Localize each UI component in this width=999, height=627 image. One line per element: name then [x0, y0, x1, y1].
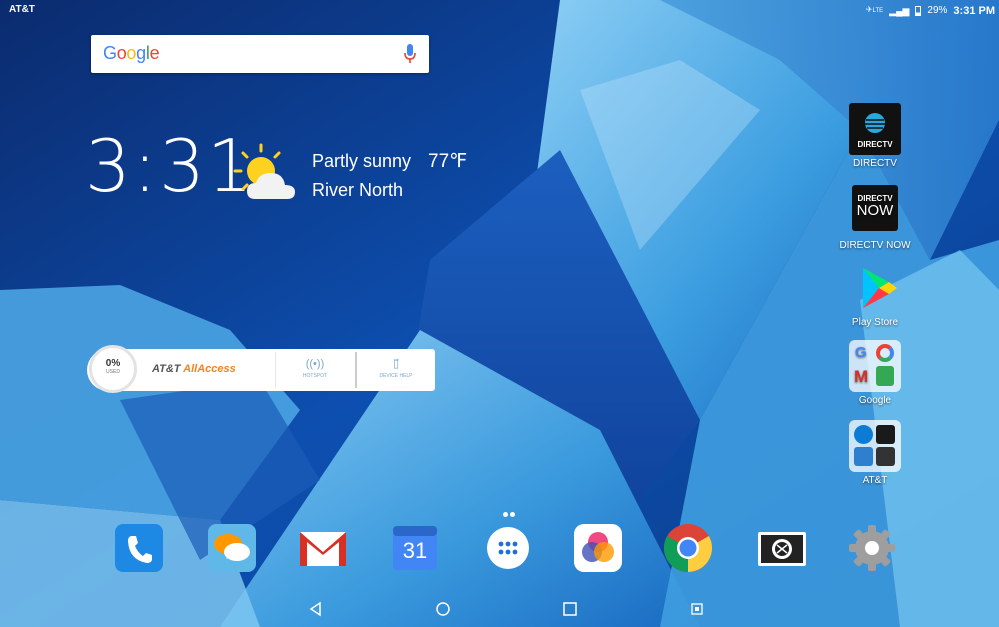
battery-percent: 29% — [927, 4, 948, 16]
weather-condition: Partly sunny — [312, 151, 412, 171]
carrier-label: AT&T — [9, 4, 35, 15]
app-play-store[interactable]: Play Store — [835, 262, 915, 328]
back-icon[interactable] — [308, 601, 324, 617]
battery-icon — [915, 5, 922, 16]
lte-icon: ✈LTE — [865, 5, 884, 14]
calendar-icon[interactable]: 31 — [389, 522, 441, 574]
home-icon[interactable] — [435, 601, 451, 617]
clock-widget-time[interactable]: 3:31 — [85, 130, 255, 202]
google-logo: Google — [103, 43, 160, 63]
data-usage-ring[interactable]: 0% USED — [89, 345, 137, 393]
att-folder-icon — [849, 420, 901, 472]
play-store-icon — [863, 268, 897, 308]
app-label: AT&T — [862, 475, 888, 486]
phone-icon[interactable] — [113, 522, 165, 574]
status-bar: AT&T ✈LTE ▂▄▆ 29% 3:31 PM — [0, 0, 999, 20]
hotspot-icon: ((•)) — [305, 358, 325, 370]
page-indicator — [503, 504, 517, 517]
folder-att[interactable]: AT&T — [835, 420, 915, 486]
photos-icon[interactable] — [572, 522, 624, 574]
weather-location: River North — [312, 180, 404, 200]
app-drawer-icon[interactable] — [482, 522, 534, 574]
chrome-icon[interactable] — [662, 522, 714, 574]
google-search-bar[interactable]: Google — [91, 35, 429, 73]
app-directv-now[interactable]: DIRECTV NOW DIRECTV NOW — [835, 185, 915, 251]
hotspot-label: HOTSPOT — [302, 373, 328, 379]
partly-sunny-icon — [233, 143, 295, 199]
hotspot-button[interactable]: ((•)) HOTSPOT — [275, 352, 354, 388]
usage-percent: 0% — [105, 358, 121, 369]
messages-icon[interactable] — [206, 522, 258, 574]
google-folder-icon: G M — [849, 340, 901, 392]
status-icons: ✈LTE ▂▄▆ 29% 3:31 PM — [866, 0, 995, 21]
device-help-icon: ▯⃗ — [392, 358, 400, 370]
app-label: Play Store — [851, 317, 899, 328]
app-label: Google — [858, 395, 892, 406]
directv-now-icon: DIRECTV NOW — [852, 185, 898, 231]
status-time: 3:31 PM — [953, 4, 995, 17]
weather-temperature: 77℉ — [428, 151, 468, 172]
recents-icon[interactable] — [562, 601, 578, 617]
camera-icon[interactable] — [756, 522, 808, 574]
settings-icon[interactable] — [846, 522, 898, 574]
calendar-date: 31 — [402, 538, 428, 563]
att-allaccess-brand: AT&T AllAccess — [152, 363, 236, 375]
mic-icon[interactable] — [403, 43, 417, 65]
device-help-button[interactable]: ▯⃗ DEVICE HELP — [355, 352, 435, 388]
folder-google[interactable]: G M Google — [835, 340, 915, 406]
screenshot-icon[interactable] — [689, 601, 705, 617]
att-allaccess-widget[interactable]: 0% USED AT&T AllAccess ((•)) HOTSPOT ▯⃗ … — [87, 345, 435, 393]
app-label: DIRECTV NOW — [839, 240, 911, 251]
app-directv[interactable]: DIRECTV DIRECTV — [835, 103, 915, 169]
gmail-icon[interactable] — [297, 522, 349, 574]
app-label: DIRECTV — [853, 158, 897, 169]
svg-text:DIRECTV: DIRECTV — [857, 140, 893, 149]
usage-label: USED — [106, 369, 120, 375]
directv-icon: DIRECTV — [849, 103, 901, 155]
signal-icon: ▂▄▆ — [889, 5, 910, 16]
device-help-label: DEVICE HELP — [379, 373, 413, 379]
